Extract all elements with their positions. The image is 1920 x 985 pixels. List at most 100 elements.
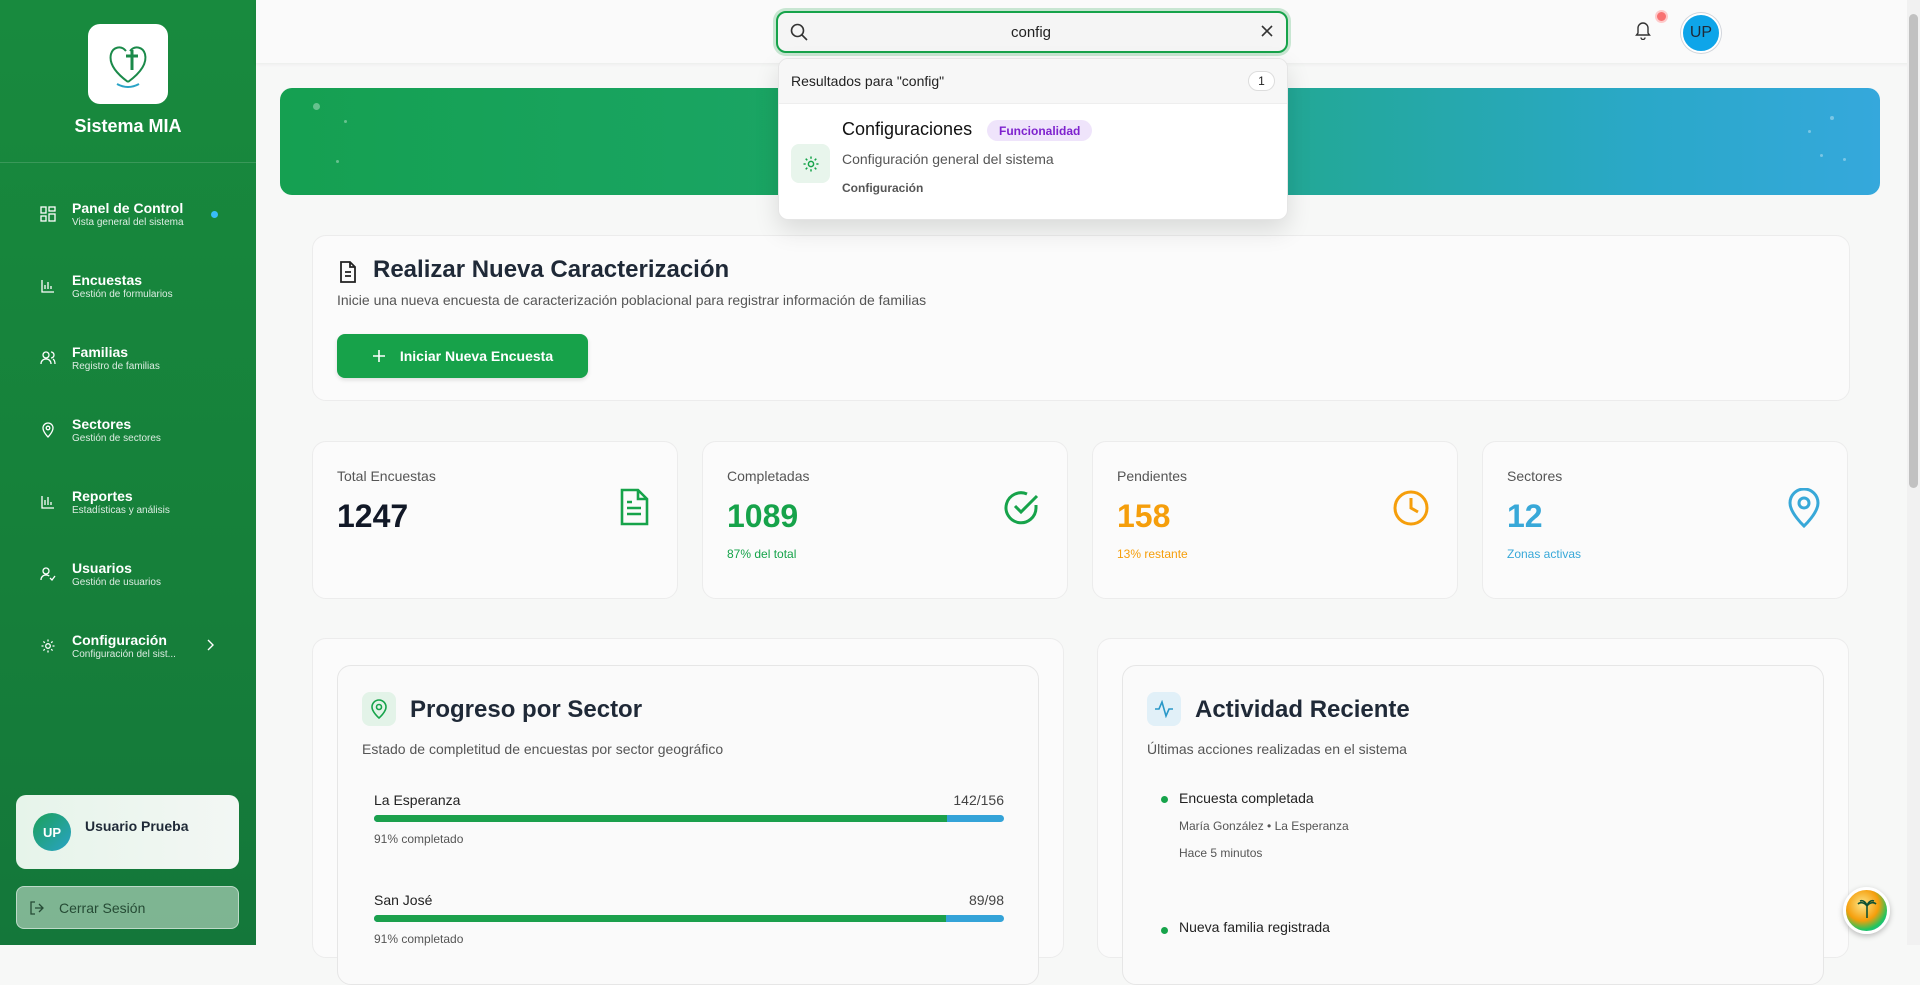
assistant-fab-button[interactable] <box>1843 887 1890 934</box>
gear-icon <box>791 144 830 183</box>
sector-progress-item: La Esperanza 142/156 91% completado <box>374 792 1004 846</box>
avatar: UP <box>33 813 71 851</box>
heart-cross-logo-icon <box>109 46 147 88</box>
activity-time: Hace 5 minutos <box>1179 846 1263 860</box>
search-results-header: Resultados para "config" 1 <box>779 59 1287 104</box>
progress-panel: Progreso por Sector Estado de completitu… <box>312 638 1064 985</box>
stat-label: Completadas <box>727 468 810 484</box>
results-count-badge: 1 <box>1248 71 1275 91</box>
stat-label: Sectores <box>1507 468 1563 484</box>
gear-icon <box>36 634 60 658</box>
map-pin-icon <box>362 692 396 726</box>
stat-value: 12 <box>1507 498 1543 534</box>
sidebar-item-label: Configuración <box>72 631 167 648</box>
scrollbar-thumb[interactable] <box>1909 14 1918 488</box>
sidebar-item-sublabel: Estadísticas y análisis <box>72 504 170 516</box>
panel-title: Progreso por Sector <box>410 696 643 723</box>
progress-fill <box>374 815 948 822</box>
stat-value: 1089 <box>727 498 799 534</box>
sidebar-item-sublabel: Gestión de sectores <box>72 432 161 444</box>
start-survey-label: Iniciar Nueva Encuesta <box>399 348 554 364</box>
section-title: Realizar Nueva Caracterización <box>373 256 730 283</box>
sidebar-item-sublabel: Gestión de usuarios <box>72 576 161 588</box>
logout-label: Cerrar Sesión <box>59 899 146 916</box>
start-survey-button[interactable]: Iniciar Nueva Encuesta <box>337 334 588 378</box>
user-check-icon <box>36 562 60 586</box>
sidebar-item-sublabel: Gestión de formularios <box>72 288 173 300</box>
sidebar-item-configuracion[interactable]: Configuración Configuración del sist... <box>16 618 240 674</box>
sidebar-item-sublabel: Registro de familias <box>72 360 160 372</box>
activity-item: Nueva familia registrada <box>1161 919 1330 935</box>
logout-button[interactable]: Cerrar Sesión <box>16 886 239 929</box>
sector-count: 89/98 <box>968 892 1004 908</box>
sector-percent: 91% completado <box>374 832 464 846</box>
activity-title: Nueva familia registrada <box>1179 919 1330 935</box>
sector-percent: 91% completado <box>374 932 464 946</box>
result-description: Configuración general del sistema <box>842 151 1054 167</box>
result-title: Configuraciones <box>842 119 973 139</box>
status-dot <box>1161 927 1168 934</box>
sidebar-item-panel-de-control[interactable]: Panel de Control Vista general del sistem… <box>16 186 240 242</box>
search-result-item[interactable]: Configuraciones Funcionalidad Configurac… <box>779 105 1287 219</box>
sidebar-divider <box>0 162 256 163</box>
stat-value: 1247 <box>337 498 409 534</box>
brand-name: Sistema MIA <box>74 116 182 136</box>
scrollbar[interactable] <box>1907 0 1920 945</box>
activity-title: Encuesta completada <box>1179 790 1314 806</box>
users-icon <box>36 346 60 370</box>
progress-fill <box>374 915 947 922</box>
file-text-icon <box>617 488 651 531</box>
panel-title: Actividad Reciente <box>1195 696 1410 723</box>
bell-icon[interactable] <box>1634 20 1652 45</box>
logout-icon <box>29 900 45 916</box>
sidebar-item-familias[interactable]: Familias Registro de familias <box>16 330 240 386</box>
stat-subtext: 87% del total <box>727 547 797 561</box>
progress-bar <box>374 815 1004 822</box>
notification-badge <box>1655 10 1668 23</box>
activity-item: Encuesta completada María González • La … <box>1161 790 1349 860</box>
stat-label: Total Encuestas <box>337 468 436 484</box>
close-icon[interactable] <box>1260 24 1274 43</box>
panel-description: Últimas acciones realizadas en el sistem… <box>1147 741 1407 757</box>
sidebar: Sistema MIA Panel de Control Vista genera… <box>0 0 256 945</box>
sidebar-item-label: Reportes <box>72 487 133 504</box>
result-type-badge: Funcionalidad <box>987 120 1093 141</box>
search-icon <box>789 22 809 47</box>
logo <box>88 24 168 104</box>
stat-card-completadas: Completadas 1089 87% del total <box>702 441 1068 599</box>
sidebar-item-encuestas[interactable]: Encuestas Gestión de formularios <box>16 258 240 314</box>
document-icon <box>337 260 359 289</box>
sidebar-item-label: Encuestas <box>72 271 143 288</box>
search-results-label: Resultados para "config" <box>791 73 945 89</box>
stat-subtext: 13% restante <box>1117 547 1188 561</box>
clock-icon <box>1391 488 1431 533</box>
sidebar-item-sublabel: Configuración del sist... <box>72 648 176 660</box>
user-card[interactable]: UP Usuario Prueba <box>16 795 239 869</box>
sidebar-item-reportes[interactable]: Reportes Estadísticas y análisis <box>16 474 240 530</box>
sector-count: 142/156 <box>953 792 1004 808</box>
stat-card-pendientes: Pendientes 158 13% restante <box>1092 441 1458 599</box>
progress-bar <box>374 915 1004 922</box>
sidebar-item-label: Panel de Control <box>72 199 184 216</box>
stat-label: Pendientes <box>1117 468 1188 484</box>
progress-inner-card: Progreso por Sector Estado de completitu… <box>337 665 1039 985</box>
sidebar-item-sectores[interactable]: Sectores Gestión de sectores <box>16 402 240 458</box>
new-survey-card: Realizar Nueva Caracterización Inicie un… <box>312 235 1850 401</box>
search-input[interactable] <box>816 13 1246 51</box>
status-dot <box>1161 796 1168 803</box>
search-box[interactable] <box>776 11 1288 53</box>
active-indicator <box>211 211 218 218</box>
sidebar-item-usuarios[interactable]: Usuarios Gestión de usuarios <box>16 546 240 602</box>
palm-tree-icon <box>1855 896 1879 925</box>
sidebar-item-label: Sectores <box>72 415 132 432</box>
sidebar-item-label: Usuarios <box>72 559 132 576</box>
stat-card-total: Total Encuestas 1247 <box>312 441 678 599</box>
sector-progress-item: San José 89/98 91% completado <box>374 892 1004 946</box>
user-avatar-button[interactable]: UP <box>1681 13 1721 53</box>
stat-value: 158 <box>1117 498 1171 534</box>
activity-inner-card: Actividad Reciente Últimas acciones real… <box>1122 665 1824 985</box>
sector-name: La Esperanza <box>374 792 461 808</box>
dashboard-icon <box>36 202 60 226</box>
check-circle-icon <box>1001 488 1041 533</box>
user-name: Usuario Prueba <box>85 818 189 834</box>
